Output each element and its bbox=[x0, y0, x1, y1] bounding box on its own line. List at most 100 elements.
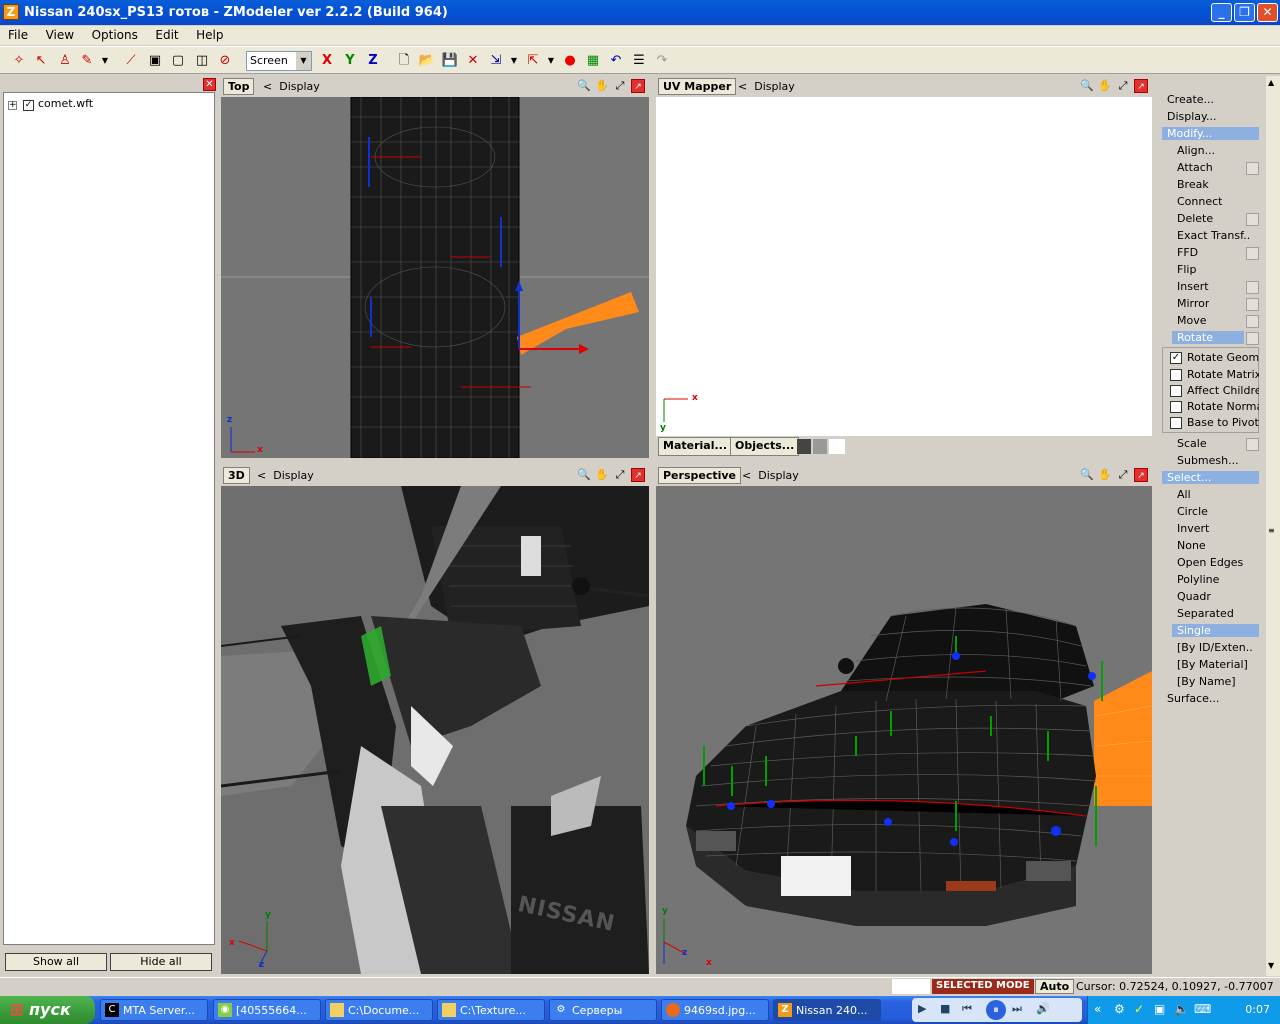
delete-icon[interactable]: ✕ bbox=[464, 52, 482, 70]
viewport-title[interactable]: Top bbox=[223, 78, 255, 95]
close-view-icon[interactable]: ↗ bbox=[1134, 468, 1148, 482]
mirror-options-box[interactable] bbox=[1246, 298, 1259, 311]
modify-ffd[interactable]: FFD bbox=[1177, 246, 1198, 259]
zoom-icon[interactable]: 🔍 bbox=[577, 468, 591, 482]
display-menu[interactable]: < Display bbox=[263, 80, 320, 93]
export-icon[interactable]: ⇱ bbox=[524, 52, 542, 70]
select-none[interactable]: None bbox=[1177, 539, 1206, 552]
modify-flip[interactable]: Flip bbox=[1177, 263, 1196, 276]
rotate-options-box[interactable] bbox=[1246, 332, 1259, 345]
close-view-icon[interactable]: ↗ bbox=[631, 79, 645, 93]
display-menu-item[interactable]: Display... bbox=[1167, 110, 1216, 123]
color-swatch-gray[interactable] bbox=[813, 439, 827, 454]
texture-icon[interactable]: ▦ bbox=[584, 52, 602, 70]
tray-security-icon[interactable]: ✓ bbox=[1134, 1002, 1144, 1016]
task-steam-servers[interactable]: ⚙ Серверы bbox=[549, 999, 657, 1021]
move-options-box[interactable] bbox=[1246, 315, 1259, 328]
modify-delete[interactable]: Delete bbox=[1177, 212, 1213, 225]
record-icon[interactable]: ● bbox=[561, 52, 579, 70]
play-icon[interactable]: ▶ bbox=[918, 1002, 926, 1015]
base-to-pivot-checkbox[interactable] bbox=[1170, 417, 1182, 429]
show-all-button[interactable]: Show all bbox=[5, 953, 107, 971]
menu-options[interactable]: Options bbox=[84, 26, 144, 42]
select-by-name[interactable]: [By Name] bbox=[1177, 675, 1236, 688]
menu-view[interactable]: View bbox=[38, 26, 80, 42]
tree-item-file[interactable]: + ✓ comet.wft bbox=[8, 97, 93, 111]
scroll-up-icon[interactable]: ▲ bbox=[1268, 78, 1274, 87]
close-button[interactable]: ✕ bbox=[1257, 3, 1278, 22]
command-panel-scrollbar[interactable]: ▲ ≡ ▼ bbox=[1266, 76, 1280, 976]
display-menu[interactable]: < Display bbox=[738, 80, 795, 93]
next-icon[interactable]: ⏭ bbox=[1012, 1002, 1022, 1016]
select-single[interactable]: Single bbox=[1172, 624, 1259, 637]
pan-hand-icon[interactable]: ✋ bbox=[1098, 468, 1112, 482]
pan-hand-icon[interactable]: ✋ bbox=[595, 468, 609, 482]
hide-all-button[interactable]: Hide all bbox=[110, 953, 212, 971]
zoom-icon[interactable]: 🔍 bbox=[577, 79, 591, 93]
task-mta-server[interactable]: C MTA Server... bbox=[100, 999, 208, 1021]
export-dropdown-icon[interactable]: ▼ bbox=[542, 52, 560, 70]
auto-button[interactable]: Auto bbox=[1035, 979, 1075, 994]
select-separated[interactable]: Separated bbox=[1177, 607, 1234, 620]
viewport-canvas[interactable]: y x z bbox=[656, 486, 1152, 974]
no-select-icon[interactable]: ⊘ bbox=[216, 52, 234, 70]
axis-y-button[interactable]: Y bbox=[341, 52, 359, 70]
object-mode-icon[interactable]: ▢ bbox=[169, 52, 187, 70]
display-menu[interactable]: < Display bbox=[257, 469, 314, 482]
axis-x-button[interactable]: X bbox=[318, 52, 336, 70]
scale-options-box[interactable] bbox=[1246, 438, 1259, 451]
new-file-icon[interactable]: 🗋 bbox=[395, 52, 413, 70]
tray-network-icon[interactable]: ▣ bbox=[1154, 1002, 1165, 1016]
import-icon[interactable]: ⇲ bbox=[487, 52, 505, 70]
objects-button[interactable]: Objects... bbox=[730, 437, 800, 456]
viewport-canvas[interactable]: z x bbox=[221, 97, 649, 458]
color-swatch-white[interactable] bbox=[829, 439, 845, 454]
menu-help[interactable]: Help bbox=[188, 26, 229, 42]
create-menu[interactable]: Create... bbox=[1167, 93, 1214, 106]
scroll-down-icon[interactable]: ▼ bbox=[1268, 961, 1274, 970]
uv-canvas[interactable]: x y bbox=[656, 97, 1152, 436]
notes-icon[interactable]: ☰ bbox=[630, 52, 648, 70]
start-button[interactable]: ⊞ пуск bbox=[0, 996, 95, 1024]
task-documents-folder[interactable]: C:\Docume... bbox=[325, 999, 433, 1021]
modify-menu[interactable]: Modify... bbox=[1162, 127, 1259, 140]
volume-icon[interactable]: 🔊 bbox=[1036, 1002, 1050, 1015]
walk-tool-icon[interactable]: ♙ bbox=[56, 52, 74, 70]
select-circle[interactable]: Circle bbox=[1177, 505, 1208, 518]
task-firefox-image[interactable]: 9469sd.jpg... bbox=[661, 999, 769, 1021]
select-invert[interactable]: Invert bbox=[1177, 522, 1209, 535]
previous-icon[interactable]: ⏮ bbox=[962, 1002, 972, 1016]
affect-children-checkbox[interactable] bbox=[1170, 385, 1182, 397]
tray-app-icon[interactable]: ⚙ bbox=[1114, 1002, 1125, 1016]
close-view-icon[interactable]: ↗ bbox=[631, 468, 645, 482]
insert-options-box[interactable] bbox=[1246, 281, 1259, 294]
expand-icon[interactable]: + bbox=[8, 101, 17, 110]
modify-insert[interactable]: Insert bbox=[1177, 280, 1209, 293]
maximize-view-icon[interactable]: ⤢ bbox=[613, 468, 627, 482]
attach-options-box[interactable] bbox=[1246, 162, 1259, 175]
coord-system-select[interactable]: Screen ▼ bbox=[246, 51, 312, 71]
select-tool-icon[interactable]: ✧ bbox=[10, 52, 28, 70]
modify-align[interactable]: Align... bbox=[1177, 144, 1215, 157]
modify-submesh[interactable]: Submesh... bbox=[1177, 454, 1239, 467]
maximize-view-icon[interactable]: ⤢ bbox=[613, 79, 627, 93]
delete-options-box[interactable] bbox=[1246, 213, 1259, 226]
modify-connect[interactable]: Connect bbox=[1177, 195, 1222, 208]
paint-tool-icon[interactable]: ✎ bbox=[78, 52, 96, 70]
modify-mirror[interactable]: Mirror bbox=[1177, 297, 1209, 310]
pan-hand-icon[interactable]: ✋ bbox=[1098, 79, 1112, 93]
save-icon[interactable]: 💾 bbox=[441, 52, 459, 70]
stop-icon[interactable]: ■ bbox=[940, 1002, 950, 1015]
modify-attach[interactable]: Attach bbox=[1177, 161, 1213, 174]
maximize-view-icon[interactable]: ⤢ bbox=[1116, 79, 1130, 93]
task-zmodeler[interactable]: Z Nissan 240... bbox=[773, 999, 881, 1021]
modify-exact-transform[interactable]: Exact Transf... bbox=[1177, 229, 1251, 242]
menu-edit[interactable]: Edit bbox=[147, 26, 184, 42]
open-folder-icon[interactable]: 📂 bbox=[418, 52, 436, 70]
zoom-icon[interactable]: 🔍 bbox=[1080, 468, 1094, 482]
modify-break[interactable]: Break bbox=[1177, 178, 1209, 191]
import-dropdown-icon[interactable]: ▼ bbox=[505, 52, 523, 70]
visibility-checkbox[interactable]: ✓ bbox=[23, 100, 34, 111]
pause-icon[interactable]: ⏸ bbox=[986, 1000, 1006, 1020]
pan-hand-icon[interactable]: ✋ bbox=[595, 79, 609, 93]
